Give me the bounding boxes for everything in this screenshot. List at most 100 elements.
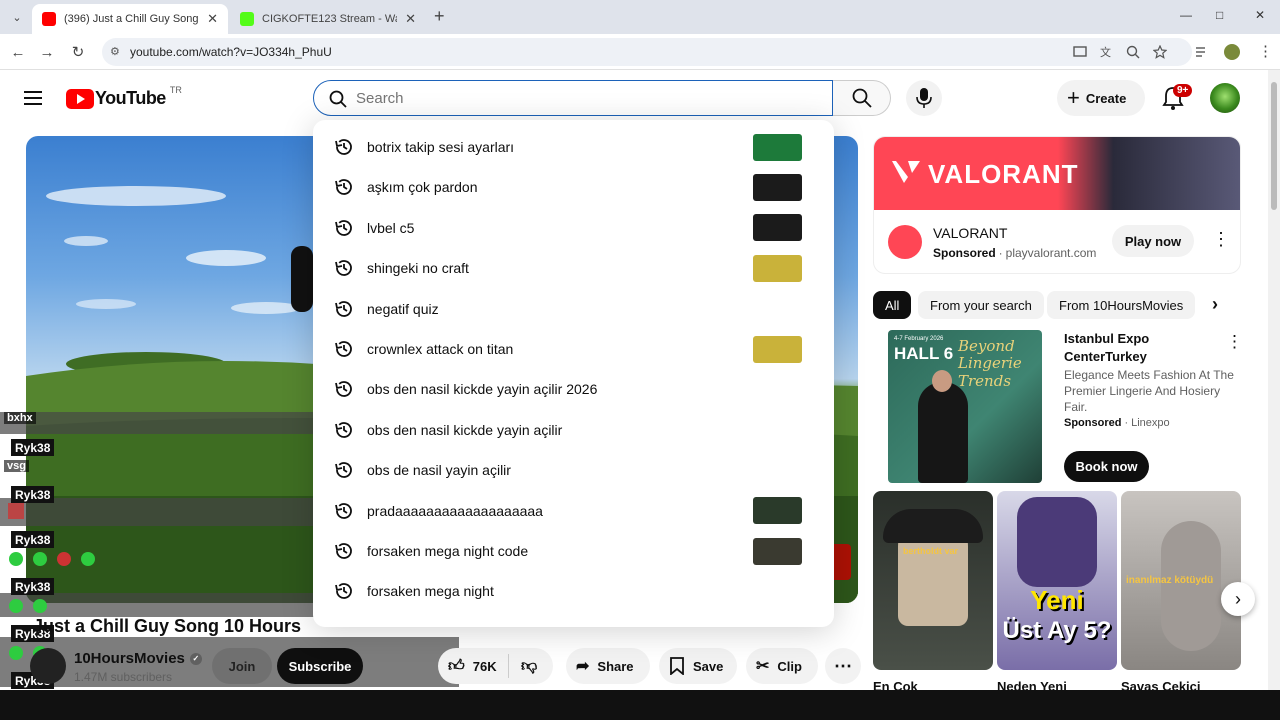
search-input[interactable] [356, 89, 796, 107]
like-button[interactable]: 👍︎ 76K [438, 657, 508, 676]
search-suggestion[interactable]: forsaken mega night [313, 571, 834, 611]
ad-brand-avatar [888, 225, 922, 259]
chat-username: vsg [4, 460, 29, 472]
history-icon [335, 502, 352, 519]
voice-search-button[interactable] [906, 80, 942, 116]
suggestion-text: shingeki no craft [367, 260, 469, 277]
zoom-icon[interactable] [1126, 45, 1140, 59]
separator-dot: · [998, 246, 1003, 260]
search-suggestion[interactable]: obs den nasil kickde yayin açilir [313, 410, 834, 450]
clip-button[interactable]: ✂ Clip [746, 648, 818, 684]
close-tab-icon[interactable]: ✕ [405, 11, 416, 27]
maximize-icon[interactable]: □ [1216, 8, 1223, 22]
ad-banner[interactable]: VALORANT [874, 137, 1240, 210]
share-button[interactable]: ➦ Share [566, 648, 650, 684]
ad-menu-icon[interactable]: ⋮ [1212, 229, 1230, 250]
channel-name[interactable]: 10HoursMovies ✓ [74, 650, 202, 667]
chip-all[interactable]: All [873, 291, 912, 319]
search-suggestion[interactable]: crownlex attack on titan [313, 329, 834, 369]
scrollbar-thumb[interactable] [1271, 82, 1277, 210]
forward-icon[interactable]: → [36, 41, 58, 63]
search-suggestion[interactable]: lvbel c5 [313, 208, 834, 248]
suggestion-thumbnail [753, 537, 802, 565]
site-info-icon[interactable]: ⚙ [110, 45, 120, 58]
ad-domain: playvalorant.com [1005, 246, 1097, 260]
tab-search-icon[interactable]: ⌄ [6, 6, 28, 28]
chevron-right-icon[interactable]: › [1212, 294, 1218, 315]
page-scrollbar[interactable] [1268, 70, 1280, 690]
search-suggestion[interactable]: botrix takip sesi ayarları [313, 127, 834, 167]
suggestion-text: aşkım çok pardon [367, 179, 478, 196]
search-box[interactable] [313, 80, 833, 116]
chat-username: Ryk38 [11, 531, 55, 548]
account-avatar[interactable] [1210, 83, 1240, 113]
youtube-logo[interactable]: YouTube TR [66, 85, 182, 109]
chip-from-your-search[interactable]: From your search [918, 291, 1044, 319]
install-app-icon[interactable] [1073, 45, 1087, 59]
create-button[interactable]: + Create [1057, 80, 1145, 116]
search-suggestion[interactable]: obs de nasil yayin açilir [313, 450, 834, 490]
search-suggestion[interactable]: obs den nasil kickde yayin açilir 2026 [313, 369, 834, 409]
emote-icon [9, 646, 23, 660]
history-icon [335, 421, 352, 438]
search-suggestions-dropdown: botrix takip sesi ayarları aşkım çok pard… [313, 120, 834, 627]
close-window-icon[interactable]: ✕ [1255, 8, 1265, 22]
short-character [1161, 521, 1221, 651]
play-now-button[interactable]: Play now [1112, 225, 1194, 257]
short-thumbnail[interactable]: inanılmaz kötüydü [1121, 491, 1241, 670]
minimize-icon[interactable]: — [1180, 8, 1192, 22]
suggestion-thumbnail [753, 335, 802, 363]
close-tab-icon[interactable]: ✕ [207, 11, 218, 27]
search-suggestion[interactable]: forsaken mega night code [313, 531, 834, 571]
url-field[interactable]: ⚙ youtube.com/watch?v=JO334h_PhuU [102, 38, 1192, 66]
join-button[interactable]: Join [212, 648, 272, 684]
history-icon [335, 179, 352, 196]
book-now-button[interactable]: Book now [1064, 451, 1149, 482]
dislike-button[interactable]: 👎︎ [509, 657, 537, 676]
short-character-hair [883, 509, 983, 543]
profile-avatar-icon[interactable] [1224, 44, 1240, 60]
book-now-label: Book now [1075, 459, 1138, 474]
share-label: Share [597, 658, 634, 674]
subscriber-count: 1.47M subscribers [74, 670, 173, 684]
media-controls-icon[interactable] [1195, 45, 1209, 59]
verified-icon: ✓ [189, 652, 202, 665]
search-suggestion[interactable]: shingeki no craft [313, 248, 834, 288]
search-suggestion[interactable]: negatif quiz [313, 289, 834, 329]
save-button[interactable]: Save [659, 648, 737, 684]
chip-label: From your search [930, 297, 1032, 313]
expo-ad-title[interactable]: Istanbul Expo CenterTurkey [1064, 330, 1224, 366]
back-icon[interactable]: ← [7, 41, 29, 63]
expo-ad-thumbnail[interactable]: 4-7 February 2026 HALL 6 Beyond Lingerie… [888, 330, 1042, 483]
poster-date: 4-7 February 2026 [894, 336, 944, 342]
url-text: youtube.com/watch?v=JO334h_PhuU [130, 45, 332, 59]
translate-icon[interactable]: 文 [1099, 45, 1113, 59]
emote-icon [81, 552, 95, 566]
history-icon [335, 462, 352, 479]
subscribe-button[interactable]: Subscribe [277, 648, 363, 684]
hamburger-menu-icon[interactable] [24, 90, 42, 106]
search-button[interactable] [833, 80, 891, 116]
new-tab-icon[interactable]: + [434, 6, 445, 27]
expo-ad-menu-icon[interactable]: ⋮ [1226, 332, 1243, 352]
search-suggestion[interactable]: aşkım çok pardon [313, 167, 834, 207]
more-actions-button[interactable]: ⋯ [825, 648, 861, 684]
ad-banner-brand: VALORANT [928, 159, 1079, 189]
share-icon: ➦ [576, 658, 590, 675]
separator-dot: · [1124, 417, 1129, 429]
suggestion-text: negatif quiz [367, 300, 439, 317]
shorts-next-button[interactable]: › [1221, 582, 1255, 616]
bookmark-star-icon[interactable] [1153, 45, 1167, 59]
reload-icon[interactable]: ↻ [67, 41, 89, 63]
short-thumbnail[interactable]: bertholdt var [873, 491, 993, 670]
tab-kick[interactable]: CIGKOFTE123 Stream - Watch Li ✕ [230, 4, 426, 34]
search-suggestion[interactable]: pradaaaaaaaaaaaaaaaaaaa [313, 491, 834, 531]
tab-youtube[interactable]: (396) Just a Chill Guy Song 10 H ✕ [32, 4, 228, 34]
ad-card[interactable]: VALORANT VALORANT Sponsored · playvalora… [873, 136, 1241, 274]
chip-from-channel[interactable]: From 10HoursMovies [1047, 291, 1196, 319]
channel-avatar[interactable] [30, 648, 66, 684]
short-thumbnail[interactable]: Yeni Üst Ay 5? [997, 491, 1117, 670]
browser-menu-icon[interactable]: ⋮ [1258, 42, 1273, 60]
poster-script: Beyond Lingerie Trends [958, 337, 1022, 390]
notifications-button[interactable]: 9+ [1162, 84, 1193, 115]
